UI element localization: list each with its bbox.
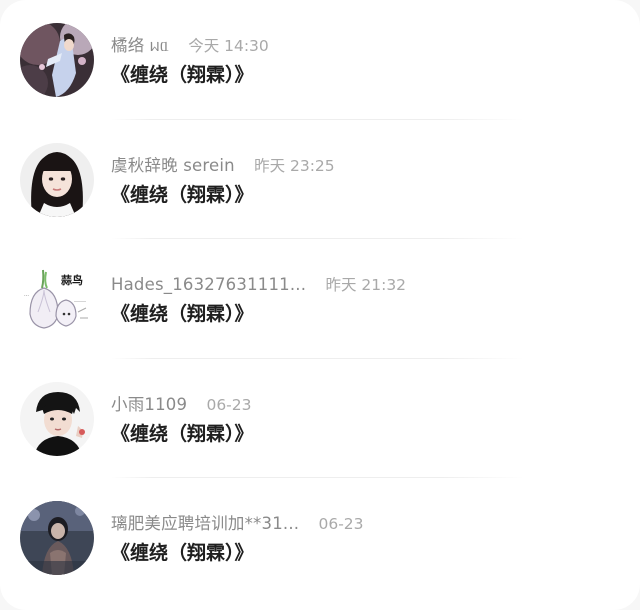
comment-item[interactable]: 蒜鸟 … …… Hades_16327631111... 昨天 21:32 《缠 xyxy=(0,239,640,359)
timestamp: 昨天 21:32 xyxy=(325,276,407,294)
comment-text: 《缠绕（翔霖）》 xyxy=(111,422,254,445)
avatar[interactable]: 蒜鸟 … …… xyxy=(20,262,94,336)
avatar[interactable] xyxy=(20,23,94,97)
timestamp: 昨天 23:25 xyxy=(254,156,335,175)
avatar[interactable] xyxy=(20,501,94,575)
comment-text: 《缠绕（翔霖）》 xyxy=(111,303,254,325)
timestamp: 06-23 xyxy=(318,515,364,533)
comment-card: 橘络 ᥕᥲ 今天 14:30 《缠绕（翔霖）》 虞秋辞晚 serein 昨天 2… xyxy=(0,0,640,610)
username[interactable]: Hades_16327631111... xyxy=(111,275,306,294)
avatar-photo-boy xyxy=(20,381,94,456)
username[interactable]: 璃肥美应聘培训加**31... xyxy=(111,514,299,533)
comment-meta: 璃肥美应聘培训加**31... 06-23 xyxy=(111,513,364,535)
comment-list: 橘络 ᥕᥲ 今天 14:30 《缠绕（翔霖）》 虞秋辞晚 serein 昨天 2… xyxy=(0,0,640,598)
comment-meta: Hades_16327631111... 昨天 21:32 xyxy=(111,274,406,296)
comment-meta: 橘络 ᥕᥲ 今天 14:30 xyxy=(111,35,269,57)
comment-item[interactable]: 小雨1109 06-23 《缠绕（翔霖）》 xyxy=(0,359,640,478)
avatar[interactable] xyxy=(20,381,94,456)
username[interactable]: 橘络 ᥕᥲ xyxy=(111,36,169,55)
comment-item[interactable]: 橘络 ᥕᥲ 今天 14:30 《缠绕（翔霖）》 xyxy=(0,0,640,120)
avatar[interactable] xyxy=(20,142,94,217)
timestamp: 今天 14:30 xyxy=(188,37,269,55)
svg-text:……: …… xyxy=(74,297,86,304)
avatar-garlic-sticker: 蒜鸟 … …… xyxy=(20,262,94,336)
timestamp: 06-23 xyxy=(206,395,252,414)
comment-text: 《缠绕（翔霖）》 xyxy=(111,64,254,86)
comment-text: 《缠绕（翔霖）》 xyxy=(111,542,254,564)
svg-text:…: … xyxy=(24,292,29,298)
comment-meta: 小雨1109 06-23 xyxy=(111,394,252,416)
avatar-photo-dark xyxy=(20,501,94,575)
comment-item[interactable]: 璃肥美应聘培训加**31... 06-23 《缠绕（翔霖）》 xyxy=(0,478,640,598)
sticker-label: 蒜鸟 xyxy=(61,273,83,287)
comment-meta: 虞秋辞晚 serein 昨天 23:25 xyxy=(111,155,335,177)
username[interactable]: 小雨1109 xyxy=(111,395,187,414)
username[interactable]: 虞秋辞晚 serein xyxy=(111,156,235,175)
avatar-photo-hanfu xyxy=(20,23,94,97)
avatar-photo-girl xyxy=(20,142,94,217)
comment-text: 《缠绕（翔霖）》 xyxy=(111,183,254,206)
comment-item[interactable]: 虞秋辞晚 serein 昨天 23:25 《缠绕（翔霖）》 xyxy=(0,120,640,239)
